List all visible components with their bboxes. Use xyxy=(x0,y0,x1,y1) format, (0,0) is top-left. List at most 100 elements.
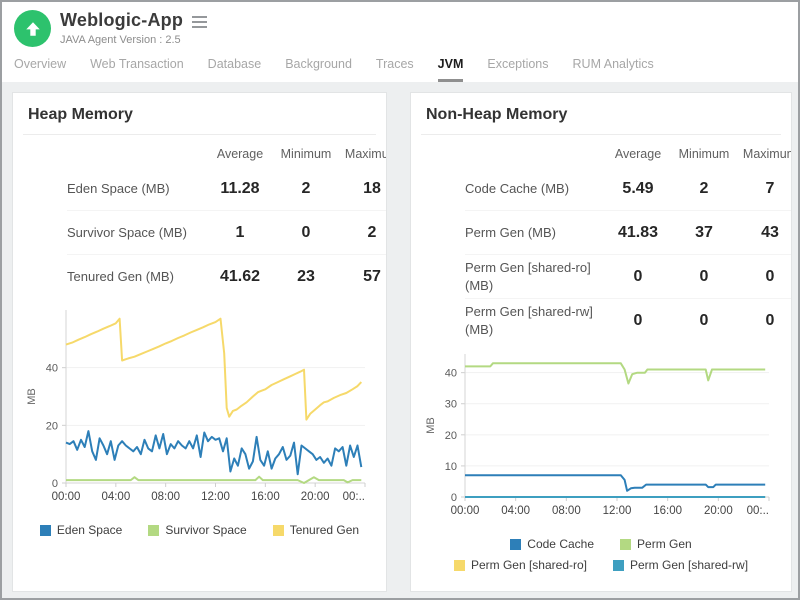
svg-text:08:00: 08:00 xyxy=(151,491,180,503)
non-heap-memory-chart: 01020304000:0004:0008:0012:0016:0020:000… xyxy=(421,349,781,525)
stats-row: Code Cache (MB)5.4927 xyxy=(465,167,791,211)
svg-text:20:00: 20:00 xyxy=(704,505,733,517)
metric-value: 41.62 xyxy=(207,268,273,286)
svg-text:12:00: 12:00 xyxy=(603,505,632,517)
agent-version-label: JAVA Agent Version : 2.5 xyxy=(60,34,207,46)
svg-text:40: 40 xyxy=(445,368,457,380)
column-header: Maximum xyxy=(737,147,792,161)
column-header: Minimum xyxy=(671,147,737,161)
svg-text:00:..: 00:.. xyxy=(343,491,365,503)
legend-label: Tenured Gen xyxy=(290,523,359,537)
tab-rum-analytics[interactable]: RUM Analytics xyxy=(573,57,654,82)
tab-web-transaction[interactable]: Web Transaction xyxy=(90,57,184,82)
metric-value: 0 xyxy=(737,268,792,286)
svg-text:10: 10 xyxy=(445,461,457,473)
stats-row: Eden Space (MB)11.28218 xyxy=(67,167,386,211)
legend-swatch-icon xyxy=(613,560,624,571)
app-window: Weblogic-App JAVA Agent Version : 2.5 Ov… xyxy=(0,0,800,600)
metric-value: 2 xyxy=(273,180,339,198)
legend-item[interactable]: Perm Gen [shared-ro] xyxy=(454,558,587,572)
legend-swatch-icon xyxy=(40,525,51,536)
metric-label: Perm Gen [shared-ro] (MB) xyxy=(465,259,605,294)
metric-value: 41.83 xyxy=(605,224,671,242)
svg-text:MB: MB xyxy=(425,417,437,434)
stats-header-row: AverageMinimumMaximum xyxy=(67,137,386,167)
hamburger-menu-icon[interactable] xyxy=(192,14,207,28)
non-heap-memory-stats-table: AverageMinimumMaximumCode Cache (MB)5.49… xyxy=(411,135,791,343)
metric-label: Code Cache (MB) xyxy=(465,180,605,198)
tab-jvm[interactable]: JVM xyxy=(438,57,464,82)
legend-label: Survivor Space xyxy=(165,523,246,537)
metric-value: 7 xyxy=(737,180,792,198)
metric-value: 1 xyxy=(207,224,273,242)
metric-value: 0 xyxy=(605,268,671,286)
svg-text:12:00: 12:00 xyxy=(201,491,230,503)
stats-row: Perm Gen [shared-ro] (MB)000 xyxy=(465,255,791,299)
metric-value: 57 xyxy=(339,268,387,286)
legend-label: Perm Gen [shared-ro] xyxy=(471,558,587,572)
stats-header-row: AverageMinimumMaximum xyxy=(465,137,791,167)
heap-memory-stats-table: AverageMinimumMaximumEden Space (MB)11.2… xyxy=(13,135,386,299)
legend-item[interactable]: Perm Gen xyxy=(620,537,692,551)
legend-swatch-icon xyxy=(510,539,521,550)
legend-item[interactable]: Tenured Gen xyxy=(273,523,359,537)
heap-memory-chart: 0204000:0004:0008:0012:0016:0020:0000:..… xyxy=(22,305,377,511)
stats-row: Perm Gen (MB)41.833743 xyxy=(465,211,791,255)
svg-text:30: 30 xyxy=(445,399,457,411)
legend-label: Perm Gen [shared-rw] xyxy=(630,558,748,572)
column-header: Minimum xyxy=(273,147,339,161)
svg-text:20: 20 xyxy=(445,430,457,442)
metric-value: 37 xyxy=(671,224,737,242)
legend-row: Perm Gen [shared-ro] Perm Gen [shared-rw] xyxy=(411,558,791,572)
svg-text:0: 0 xyxy=(52,478,58,490)
app-title: Weblogic-App xyxy=(60,10,183,31)
legend-item[interactable]: Perm Gen [shared-rw] xyxy=(613,558,748,572)
stats-row: Perm Gen [shared-rw] (MB)000 xyxy=(465,299,791,343)
non-heap-memory-legend: Code CachePerm GenPerm Gen [shared-ro]Pe… xyxy=(411,537,791,572)
svg-text:00:00: 00:00 xyxy=(52,491,81,503)
legend-item[interactable]: Code Cache xyxy=(510,537,594,551)
svg-text:00:..: 00:.. xyxy=(747,505,769,517)
metric-value: 5.49 xyxy=(605,180,671,198)
svg-text:0: 0 xyxy=(451,492,457,504)
metric-value: 2 xyxy=(339,224,387,242)
svg-text:MB: MB xyxy=(26,388,38,405)
non-heap-memory-panel: Non-Heap Memory AverageMinimumMaximumCod… xyxy=(410,92,792,592)
svg-text:20:00: 20:00 xyxy=(301,491,330,503)
panel-title: Heap Memory xyxy=(23,93,376,135)
metric-value: 0 xyxy=(605,312,671,330)
tab-traces[interactable]: Traces xyxy=(376,57,414,82)
metric-label: Perm Gen (MB) xyxy=(465,224,605,242)
metric-value: 43 xyxy=(737,224,792,242)
legend-item[interactable]: Eden Space xyxy=(40,523,122,537)
legend-swatch-icon xyxy=(454,560,465,571)
legend-label: Perm Gen xyxy=(637,537,692,551)
svg-text:16:00: 16:00 xyxy=(251,491,280,503)
legend-item[interactable]: Survivor Space xyxy=(148,523,246,537)
metric-value: 0 xyxy=(273,224,339,242)
heap-memory-legend: Eden Space Survivor Space Tenured Gen xyxy=(13,523,386,537)
metric-label: Survivor Space (MB) xyxy=(67,224,207,242)
metric-label: Tenured Gen (MB) xyxy=(67,268,207,286)
legend-label: Eden Space xyxy=(57,523,122,537)
tab-exceptions[interactable]: Exceptions xyxy=(487,57,548,82)
metric-label: Perm Gen [shared-rw] (MB) xyxy=(465,303,605,338)
metric-value: 0 xyxy=(671,268,737,286)
metric-label: Eden Space (MB) xyxy=(67,180,207,198)
stats-row: Tenured Gen (MB)41.622357 xyxy=(67,255,386,299)
arrow-up-icon xyxy=(24,20,42,38)
metric-value: 2 xyxy=(671,180,737,198)
tab-background[interactable]: Background xyxy=(285,57,352,82)
column-header: Maximum xyxy=(339,147,387,161)
column-header: Average xyxy=(605,147,671,161)
svg-text:08:00: 08:00 xyxy=(552,505,581,517)
legend-swatch-icon xyxy=(273,525,284,536)
legend-swatch-icon xyxy=(148,525,159,536)
svg-text:40: 40 xyxy=(46,363,58,375)
metric-value: 0 xyxy=(737,312,792,330)
svg-text:00:00: 00:00 xyxy=(451,505,480,517)
tab-overview[interactable]: Overview xyxy=(14,57,66,82)
stats-row: Survivor Space (MB)102 xyxy=(67,211,386,255)
svg-text:16:00: 16:00 xyxy=(653,505,682,517)
tab-database[interactable]: Database xyxy=(208,57,262,82)
